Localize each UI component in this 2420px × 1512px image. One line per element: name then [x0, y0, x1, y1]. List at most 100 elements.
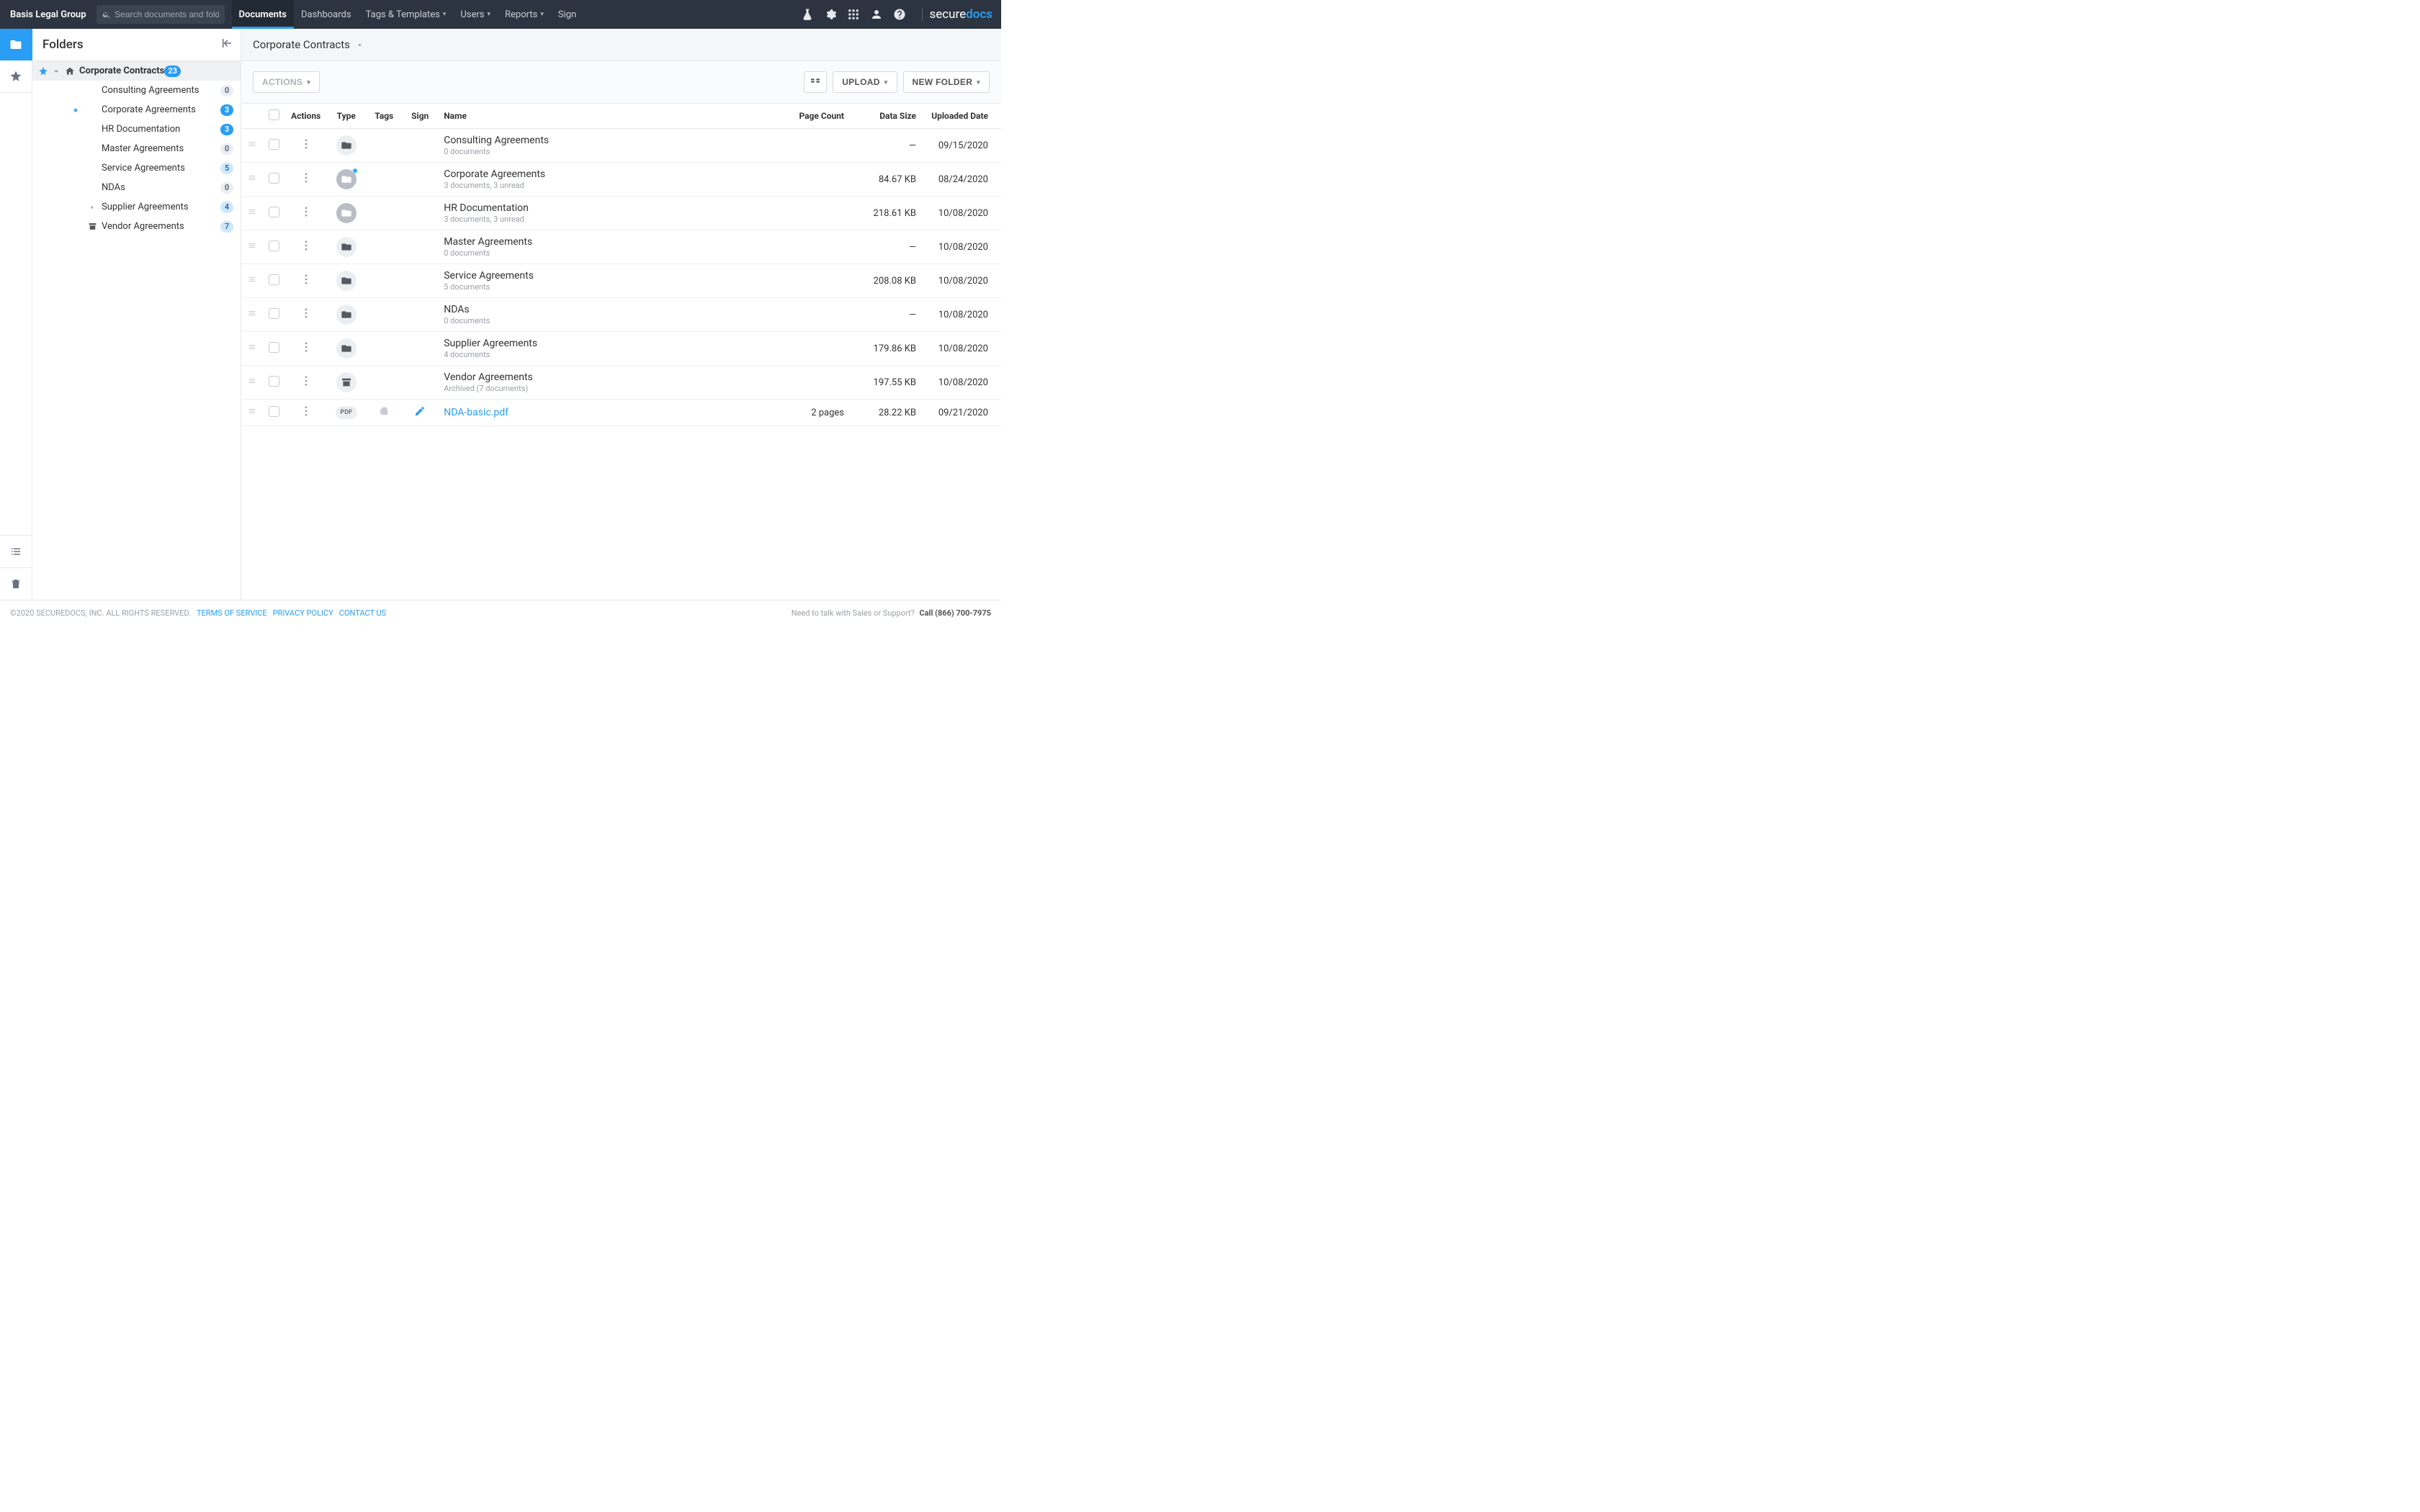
- new-folder-button[interactable]: NEW FOLDER ▾: [903, 71, 990, 93]
- row-actions-menu[interactable]: [305, 175, 308, 186]
- pdf-icon: PDF: [336, 406, 357, 419]
- tree-item[interactable]: Corporate Agreements3: [32, 100, 241, 120]
- row-checkbox[interactable]: [269, 240, 279, 251]
- nav-tab-documents[interactable]: Documents: [232, 0, 294, 29]
- th-tags[interactable]: Tags: [366, 104, 402, 129]
- actions-button[interactable]: ACTIONS ▾: [253, 71, 320, 93]
- row-name[interactable]: NDA-basic.pdf: [444, 407, 765, 418]
- tree-item-count: 7: [220, 221, 233, 233]
- gear-icon[interactable]: [824, 8, 837, 21]
- chevron-down-icon[interactable]: [356, 41, 364, 49]
- table-row[interactable]: Master Agreements0 documents—10/08/2020: [241, 230, 1001, 264]
- sign-icon[interactable]: [414, 409, 426, 420]
- drag-handle[interactable]: [247, 208, 257, 219]
- table-row[interactable]: HR Documentation3 documents, 3 unread218…: [241, 197, 1001, 230]
- rail-trash-button[interactable]: [0, 568, 32, 600]
- drag-handle[interactable]: [247, 276, 257, 287]
- row-sub: 0 documents: [444, 147, 765, 156]
- tree-item[interactable]: Supplier Agreements4: [32, 197, 241, 217]
- th-sign[interactable]: Sign: [402, 104, 438, 129]
- row-actions-menu[interactable]: [305, 209, 308, 220]
- row-name: Service Agreements: [444, 270, 765, 282]
- nav-tab-dashboards[interactable]: Dashboards: [294, 0, 359, 29]
- help-icon[interactable]: [893, 8, 906, 21]
- rail-favorites-button[interactable]: [0, 60, 32, 92]
- row-actions-menu[interactable]: [305, 310, 308, 321]
- row-name: NDAs: [444, 304, 765, 315]
- nav-tab-tags-templates[interactable]: Tags & Templates▾: [359, 0, 454, 29]
- table-row[interactable]: PDFNDA-basic.pdf2 pages28.22 KB09/21/202…: [241, 400, 1001, 426]
- breadcrumb-current[interactable]: Corporate Contracts: [253, 38, 350, 51]
- drag-handle[interactable]: [247, 174, 257, 185]
- drag-handle[interactable]: [247, 242, 257, 253]
- row-actions-menu[interactable]: [305, 378, 308, 389]
- th-date[interactable]: Uploaded Date: [922, 104, 1001, 129]
- footer-contact-link[interactable]: CONTACT US: [339, 608, 386, 618]
- nav-tab-reports[interactable]: Reports▾: [498, 0, 551, 29]
- row-checkbox[interactable]: [269, 274, 279, 285]
- document-table: Actions Type Tags Sign Name Page Count D…: [241, 104, 1001, 600]
- row-sub: 3 documents, 3 unread: [444, 215, 765, 224]
- row-checkbox[interactable]: [269, 308, 279, 319]
- apps-icon[interactable]: [847, 8, 860, 21]
- th-actions[interactable]: Actions: [285, 104, 326, 129]
- row-checkbox[interactable]: [269, 173, 279, 184]
- tree-root[interactable]: Corporate Contracts 23: [32, 61, 241, 81]
- row-actions-menu[interactable]: [305, 276, 308, 287]
- tree-item[interactable]: HR Documentation3: [32, 120, 241, 139]
- th-size[interactable]: Data Size: [850, 104, 922, 129]
- table-row[interactable]: Corporate Agreements3 documents, 3 unrea…: [241, 163, 1001, 197]
- tree-item[interactable]: Service Agreements5: [32, 158, 241, 178]
- upload-button[interactable]: UPLOAD ▾: [833, 71, 897, 93]
- tree-item[interactable]: NDAs0: [32, 178, 241, 197]
- row-checkbox[interactable]: [269, 139, 279, 150]
- rail-list-button[interactable]: [0, 536, 32, 567]
- home-icon: [65, 66, 75, 76]
- toolbar: ACTIONS ▾ UPLOAD ▾ NEW FOLDER ▾: [241, 61, 1001, 104]
- folder-sidebar: Folders Corporate Contracts 23 Consultin…: [32, 29, 241, 600]
- drag-handle[interactable]: [247, 343, 257, 354]
- nav-tab-users[interactable]: Users▾: [453, 0, 498, 29]
- view-toggle-button[interactable]: [804, 71, 827, 93]
- drag-handle[interactable]: [247, 310, 257, 320]
- chevron-down-icon: ▾: [540, 11, 544, 18]
- footer-privacy-link[interactable]: PRIVACY POLICY: [273, 608, 333, 618]
- drag-handle[interactable]: [247, 377, 257, 388]
- table-row[interactable]: Vendor AgreementsArchived (7 documents)1…: [241, 366, 1001, 400]
- row-checkbox[interactable]: [269, 406, 279, 417]
- nav-tab-sign[interactable]: Sign: [551, 0, 583, 29]
- tree-item[interactable]: Master Agreements0: [32, 139, 241, 158]
- th-name[interactable]: Name: [438, 104, 771, 129]
- table-row[interactable]: NDAs0 documents—10/08/2020: [241, 298, 1001, 332]
- row-checkbox[interactable]: [269, 207, 279, 217]
- row-checkbox[interactable]: [269, 342, 279, 353]
- tags-icon[interactable]: [377, 408, 390, 419]
- row-checkbox[interactable]: [269, 376, 279, 387]
- table-row[interactable]: Service Agreements5 documents208.08 KB10…: [241, 264, 1001, 298]
- row-actions-menu[interactable]: [305, 141, 308, 152]
- footer-terms-link[interactable]: TERMS OF SERVICE: [197, 608, 267, 618]
- nav-tabs: DocumentsDashboardsTags & Templates▾User…: [232, 0, 584, 29]
- rail-folders-button[interactable]: [0, 29, 32, 60]
- table-row[interactable]: Supplier Agreements4 documents179.86 KB1…: [241, 332, 1001, 366]
- row-sub: 0 documents: [444, 248, 765, 258]
- tree-item-count: 0: [220, 182, 233, 194]
- folder-starred-icon: [336, 169, 357, 189]
- drag-handle[interactable]: [247, 408, 257, 418]
- row-actions-menu[interactable]: [305, 408, 308, 419]
- sidebar-collapse-button[interactable]: [220, 37, 233, 53]
- tree-item-label: Supplier Agreements: [102, 202, 220, 212]
- flask-icon[interactable]: [801, 8, 814, 21]
- tree-item[interactable]: Consulting Agreements0: [32, 81, 241, 100]
- row-actions-menu[interactable]: [305, 344, 308, 355]
- row-actions-menu[interactable]: [305, 243, 308, 253]
- search-input[interactable]: [115, 9, 218, 19]
- user-icon[interactable]: [870, 8, 883, 21]
- th-type[interactable]: Type: [326, 104, 366, 129]
- th-pages[interactable]: Page Count: [771, 104, 850, 129]
- tree-item[interactable]: Vendor Agreements7: [32, 217, 241, 236]
- drag-handle[interactable]: [247, 140, 257, 151]
- table-row[interactable]: Consulting Agreements0 documents—09/15/2…: [241, 129, 1001, 163]
- select-all-checkbox[interactable]: [269, 109, 279, 120]
- search-box[interactable]: [97, 5, 225, 24]
